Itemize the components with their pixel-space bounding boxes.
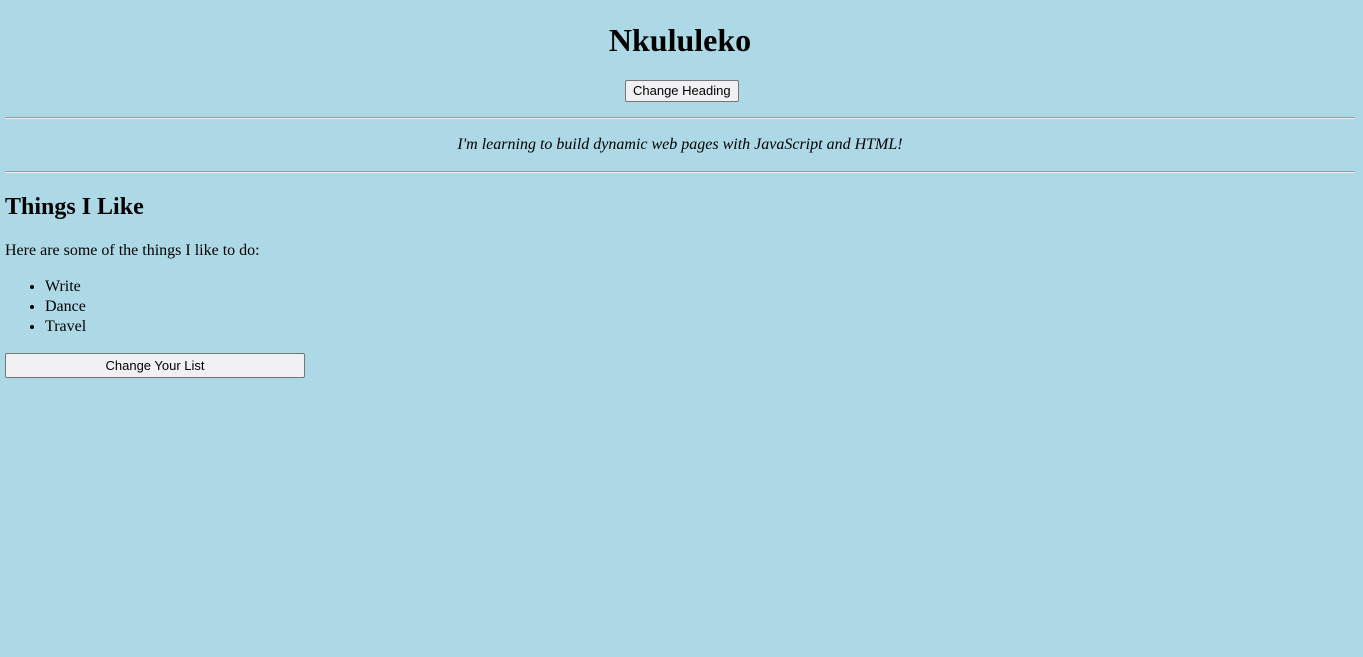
things-i-like-heading: Things I Like — [5, 194, 144, 220]
page-heading: Nkululeko — [608, 22, 752, 58]
bottom-divider — [5, 171, 1355, 173]
list-item: Write — [45, 277, 86, 297]
list-item: Travel — [45, 317, 86, 337]
top-divider — [5, 117, 1355, 119]
things-i-like-intro: Here are some of the things I like to do… — [5, 242, 260, 259]
change-heading-button[interactable]: Change Heading — [625, 80, 739, 102]
tagline-text: I'm learning to build dynamic web pages … — [457, 136, 903, 153]
list-item: Dance — [45, 297, 86, 317]
change-your-list-button[interactable]: Change Your List — [5, 353, 305, 378]
likes-list: Write Dance Travel — [5, 277, 86, 337]
